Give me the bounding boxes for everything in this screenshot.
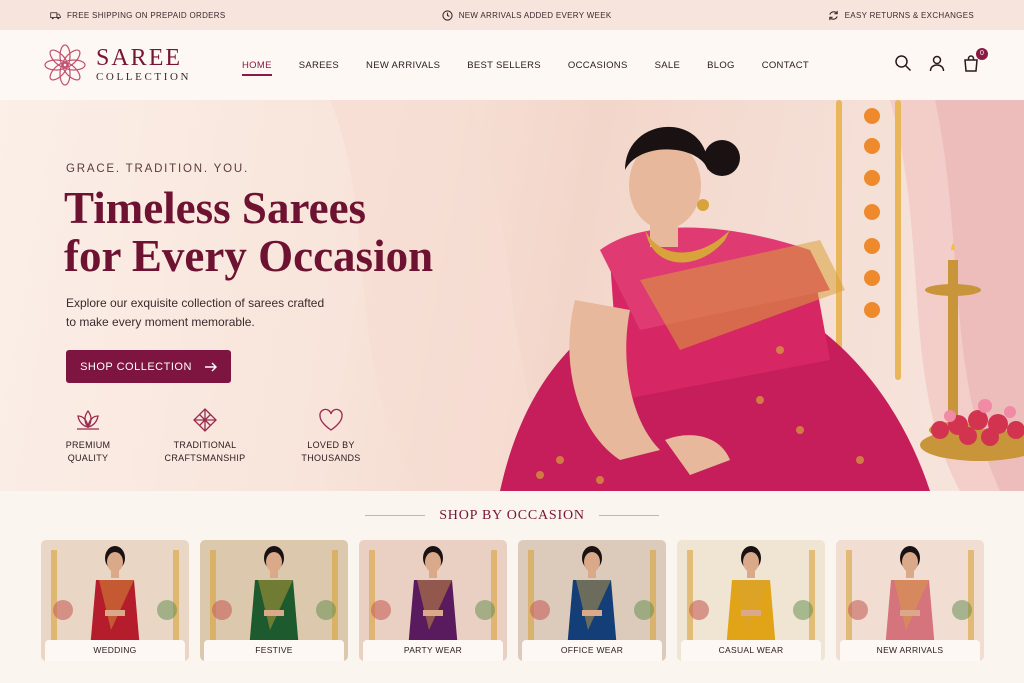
feature-label-3a: LOVED BY <box>307 440 355 450</box>
lotus-logo-icon <box>44 44 86 86</box>
occasion-card-new-arrivals[interactable]: NEW ARRIVALS <box>836 540 984 661</box>
section-title: SHOP BY OCCASION <box>0 508 1024 524</box>
shop-collection-label: SHOP COLLECTION <box>80 360 192 373</box>
occasion-card-wedding[interactable]: WEDDING <box>41 540 189 661</box>
returns-text: EASY RETURNS & EXCHANGES <box>844 10 974 20</box>
returns-notice: EASY RETURNS & EXCHANGES <box>828 10 974 21</box>
main-nav: HOME SAREES NEW ARRIVALS BEST SELLERS OC… <box>242 30 836 100</box>
header-actions: 0 <box>894 48 988 72</box>
feature-label-1a: PREMIUM <box>65 440 111 450</box>
brand-logo[interactable]: SAREE COLLECTION <box>42 43 191 87</box>
nav-sarees[interactable]: SAREES <box>299 60 339 71</box>
shipping-text: FREE SHIPPING ON PREPAID ORDERS <box>67 10 226 20</box>
lotus-icon <box>77 409 99 430</box>
feature-label-2a: TRADITIONAL <box>173 440 237 450</box>
nav-best-sellers[interactable]: BEST SELLERS <box>467 60 541 71</box>
brand-name: SAREE <box>96 45 183 71</box>
occasion-card-label: NEW ARRIVALS <box>840 640 980 661</box>
announcement-bar: FREE SHIPPING ON PREPAID ORDERS NEW ARRI… <box>0 0 1024 30</box>
truck-icon <box>50 11 61 19</box>
arrivals-text: NEW ARRIVALS ADDED EVERY WEEK <box>458 10 612 20</box>
refresh-icon <box>828 10 838 20</box>
weave-icon <box>193 408 217 432</box>
site-header: SAREE COLLECTION HOME SAREES NEW ARRIVAL… <box>0 30 1024 100</box>
feature-label-3b: THOUSANDS <box>301 453 361 463</box>
arrow-right-icon <box>204 362 217 371</box>
occasion-card-label: FESTIVE <box>204 640 344 661</box>
section-title-text: SHOP BY OCCASION <box>439 508 585 523</box>
hero-headline-line1: Timeless Sarees <box>64 183 367 233</box>
feature-label-1b: QUALITY <box>67 453 109 463</box>
hero-headline: Timeless Sarees for Every Occasion <box>64 184 494 280</box>
occasion-card-festive[interactable]: FESTIVE <box>200 540 348 661</box>
nav-contact[interactable]: CONTACT <box>762 60 809 71</box>
cart-button[interactable]: 0 <box>962 48 988 72</box>
nav-new-arrivals[interactable]: NEW ARRIVALS <box>366 60 440 71</box>
occasion-card-party-wear[interactable]: PARTY WEAR <box>359 540 507 661</box>
shop-collection-button[interactable]: SHOP COLLECTION <box>66 350 231 383</box>
feature-premium-quality: PREMIUM QUALITY <box>52 407 124 465</box>
feature-loved: LOVED BY THOUSANDS <box>286 407 376 465</box>
heart-icon <box>319 408 343 431</box>
divider-right <box>599 515 660 517</box>
feature-craftsmanship: TRADITIONAL CRAFTSMANSHIP <box>124 407 286 465</box>
occasion-card-label: CASUAL WEAR <box>681 640 821 661</box>
occasion-card-casual-wear[interactable]: CASUAL WEAR <box>677 540 825 661</box>
nav-blog[interactable]: BLOG <box>707 60 735 71</box>
clock-icon <box>442 9 453 21</box>
account-button[interactable] <box>928 54 946 72</box>
feature-label-2b: CRAFTSMANSHIP <box>164 453 246 463</box>
occasion-card-label: OFFICE WEAR <box>522 640 662 661</box>
occasion-cards: WEDDING FESTIVE PARTY WEAR OFFICE WEAR CASUA… <box>41 540 984 661</box>
occasion-card-office-wear[interactable]: OFFICE WEAR <box>518 540 666 661</box>
brand-subtitle: COLLECTION <box>96 71 192 83</box>
cart-count-badge: 0 <box>976 48 988 60</box>
nav-occasions[interactable]: OCCASIONS <box>568 60 628 71</box>
occasion-card-label: PARTY WEAR <box>363 640 503 661</box>
user-icon <box>929 55 945 72</box>
search-button[interactable] <box>894 54 912 72</box>
occasion-card-label: WEDDING <box>45 640 185 661</box>
nav-home[interactable]: HOME <box>242 60 272 76</box>
hero-features: PREMIUM QUALITY TRADITIONAL CRAFTSMANSHI… <box>52 407 376 465</box>
search-icon <box>895 55 912 72</box>
divider-left <box>364 515 425 517</box>
hero-eyebrow: GRACE. TRADITION. YOU. <box>66 163 249 175</box>
arrivals-notice: NEW ARRIVALS ADDED EVERY WEEK <box>442 9 612 21</box>
shipping-notice: FREE SHIPPING ON PREPAID ORDERS <box>50 10 226 21</box>
hero-subtext: Explore our exquisite collection of sare… <box>66 296 325 329</box>
hero-banner: GRACE. TRADITION. YOU. Timeless Sarees f… <box>0 100 1024 491</box>
hero-headline-line2: for Every Occasion <box>64 231 434 281</box>
nav-sale[interactable]: SALE <box>655 60 681 71</box>
